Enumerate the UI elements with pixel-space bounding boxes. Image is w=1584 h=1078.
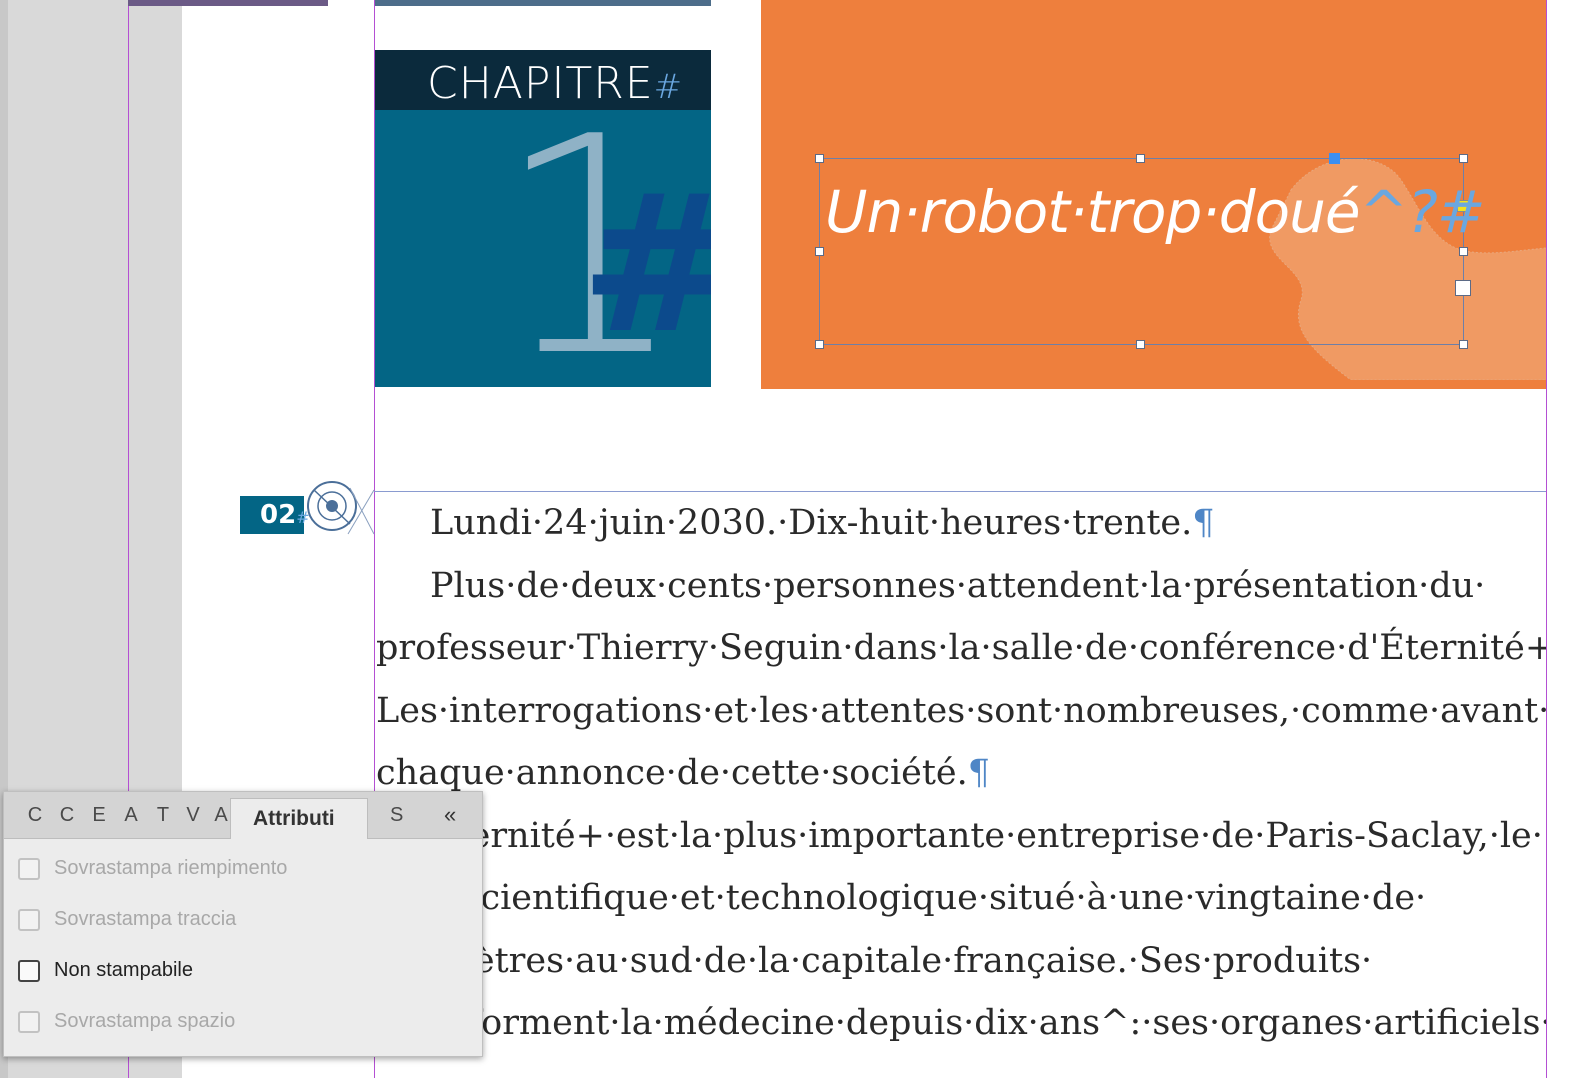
checkbox-sovrastampa-traccia[interactable]	[18, 909, 40, 931]
paragraph-line: pôle·scientifique·et·technologique·situé…	[376, 878, 1427, 918]
paragraph-line: Éternité+·est·la·plus·importante·entrepr…	[430, 815, 1543, 856]
paragraph-line: Plus·de·deux·cents·personnes·attendent·l…	[430, 565, 1486, 606]
resize-handle-tr[interactable]	[1459, 154, 1468, 163]
resize-handle-ml[interactable]	[815, 247, 824, 256]
tab-collapsed-s[interactable]: S	[390, 804, 403, 827]
resize-handle-bc[interactable]	[1136, 340, 1145, 349]
panel-tab-bar: C C E A T V A Attributi S «	[4, 792, 482, 839]
resize-handle-tc[interactable]	[1136, 154, 1145, 163]
paragraph-line: transforment·la·médecine·depuis·dix·ans^…	[376, 1003, 1546, 1043]
tab-collapsed-7[interactable]: A	[212, 804, 230, 827]
out-port-handle[interactable]	[1455, 280, 1471, 296]
option-label: Sovrastampa traccia	[54, 908, 237, 930]
tab-collapsed-4[interactable]: A	[122, 804, 140, 827]
attributes-panel[interactable]: C C E A T V A Attributi S « Sovrastampa …	[3, 791, 483, 1057]
tab-collapsed-2[interactable]: C	[58, 804, 76, 827]
tab-collapsed-6[interactable]: V	[184, 804, 202, 827]
link-handle[interactable]	[1329, 153, 1340, 164]
chapter-hash-big: #	[580, 170, 711, 360]
paragraph-line: professeur·Thierry·Seguin·dans·la·salle·…	[376, 628, 1546, 668]
image-strip-2[interactable]	[375, 0, 711, 6]
margin-guide-right	[1546, 0, 1547, 1078]
image-strip-1[interactable]	[128, 0, 328, 6]
chapter-box[interactable]: CHAPITRE# 1 #	[375, 50, 711, 387]
tab-attributi[interactable]: Attributi	[230, 798, 368, 839]
tab-collapsed-5[interactable]: T	[154, 804, 172, 827]
checkbox-sovrastampa-spazio[interactable]	[18, 1011, 40, 1033]
checkbox-sovrastampa-riempimento[interactable]	[18, 858, 40, 880]
disc-icon	[307, 481, 375, 535]
title-invisible-marks: ^?#	[1359, 178, 1486, 246]
resize-handle-br[interactable]	[1459, 340, 1468, 349]
body-text-frame[interactable]: Lundi·24·juin·2030.·Dix-huit·heures·tren…	[376, 492, 1546, 1055]
page-number: 02#	[260, 500, 310, 530]
paragraph-line: Les·interrogations·et·les·attentes·sont·…	[376, 690, 1546, 731]
checkbox-non-stampabile[interactable]	[18, 960, 40, 982]
paragraph-line: chaque·annonce·de·cette·société.¶	[376, 753, 991, 793]
tab-collapsed-1[interactable]: C	[26, 804, 44, 827]
tab-collapsed-3[interactable]: E	[90, 804, 108, 827]
page-number-badge[interactable]: 02#	[240, 496, 310, 534]
resize-handle-bl[interactable]	[815, 340, 824, 349]
resize-handle-mr[interactable]	[1459, 247, 1468, 256]
resize-handle-tl[interactable]	[815, 154, 824, 163]
option-label: Sovrastampa spazio	[54, 1010, 236, 1032]
collapse-panel-icon[interactable]: «	[444, 802, 456, 828]
paragraph-line: kilomètres·au·sud·de·la·capitale·françai…	[376, 940, 1373, 981]
paragraph-line: Lundi·24·juin·2030.·Dix-huit·heures·tren…	[430, 503, 1215, 543]
option-label: Sovrastampa riempimento	[54, 857, 288, 879]
chapter-title[interactable]: Un·robot·trop·doué^?#	[825, 178, 1486, 246]
option-label: Non stampabile	[54, 959, 193, 981]
